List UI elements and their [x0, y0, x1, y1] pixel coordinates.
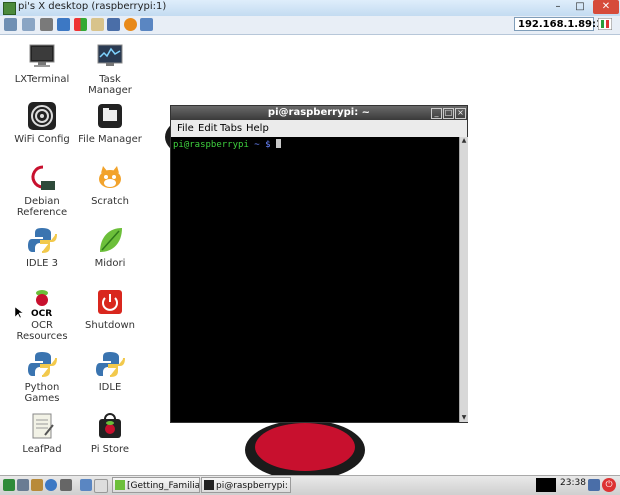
refresh-icon[interactable]: [57, 18, 70, 31]
desktop-icon-idle[interactable]: IDLE: [76, 349, 144, 393]
power-icon: [95, 287, 125, 317]
scroll-down-icon[interactable]: ▼: [460, 414, 468, 422]
menu-file[interactable]: File: [177, 123, 194, 134]
options-icon[interactable]: [4, 18, 17, 31]
terminal-output[interactable]: pi@raspberrypi ~ $: [171, 137, 459, 422]
task-label: [Getting_Familiar...: [127, 481, 200, 491]
windows-key-icon[interactable]: [74, 18, 87, 31]
desktop-icon-label: Scratch: [91, 196, 129, 207]
menu-help[interactable]: Help: [246, 123, 269, 134]
transfer-icon[interactable]: [107, 18, 120, 31]
desktop-icon-debian-reference[interactable]: Debian Reference: [8, 163, 76, 218]
file-manager-icon: [95, 101, 125, 131]
desktop-icon-label: WiFi Config: [14, 134, 70, 145]
debian-icon: [27, 163, 57, 193]
task-label: pi@raspberrypi: ~: [216, 481, 291, 491]
desktop-icon-shutdown[interactable]: Shutdown: [76, 287, 144, 331]
fullscreen-icon[interactable]: [140, 18, 153, 31]
midori-leaf-icon: [95, 225, 125, 255]
desktop-icon-label: Midori: [94, 258, 126, 269]
workspace-2-icon[interactable]: [94, 479, 108, 493]
terminal-maximize-button[interactable]: □: [443, 108, 454, 119]
prompt-user: pi@raspberrypi: [173, 140, 249, 150]
mouse-pointer-icon: [14, 306, 24, 322]
terminal-prompt: pi@raspberrypi ~ $: [173, 139, 281, 150]
terminal-scrollbar[interactable]: ▲ ▼: [459, 137, 468, 422]
desktop-icon-file-manager[interactable]: File Manager: [76, 101, 144, 145]
taskbar-item-getting-familiar[interactable]: [Getting_Familiar...: [112, 477, 200, 493]
desktop-icon-label: OCR Resources: [16, 320, 68, 342]
desktop-icon-scratch[interactable]: Scratch: [76, 163, 144, 207]
taskbar-item-terminal[interactable]: pi@raspberrypi: ~: [201, 477, 291, 493]
file-manager-launcher-icon[interactable]: [31, 479, 43, 491]
scratch-cat-icon: [95, 163, 125, 193]
desktop-icon-label: LXTerminal: [14, 74, 70, 85]
lxde-taskbar: [Getting_Familiar... pi@raspberrypi: ~ 2…: [0, 475, 620, 495]
terminal-minimize-button[interactable]: _: [431, 108, 442, 119]
show-desktop-icon[interactable]: [17, 479, 29, 491]
screen-lock-icon[interactable]: [588, 479, 600, 491]
python-icon: [27, 349, 57, 379]
capture-icon[interactable]: [124, 18, 137, 31]
terminal-icon: [27, 41, 57, 71]
vnc-status-icon: [597, 17, 613, 31]
desktop-icon-label: Shutdown: [85, 320, 135, 331]
minimize-button[interactable]: –: [548, 0, 568, 14]
cpu-monitor: [536, 478, 556, 492]
terminal-task-icon: [204, 480, 214, 490]
menu-tabs[interactable]: Tabs: [220, 123, 242, 134]
desktop-icon-leafpad[interactable]: LeafPad: [8, 411, 76, 455]
desktop-icon-label: IDLE 3: [25, 258, 59, 269]
terminal-window[interactable]: pi@raspberrypi: ~ _ □ × File Edit Tabs H…: [170, 105, 468, 423]
python-icon: [95, 349, 125, 379]
ctrl-alt-del-icon[interactable]: [91, 18, 104, 31]
menu-start-icon[interactable]: [3, 479, 15, 491]
terminal-close-button[interactable]: ×: [455, 108, 466, 119]
terminal-menubar: File Edit Tabs Help: [171, 120, 467, 138]
task-manager-icon: [95, 41, 125, 71]
desktop-icon-label: File Manager: [78, 134, 142, 145]
vnc-title-bar: pi's X desktop (raspberrypi:1) – □ ✕: [0, 0, 620, 17]
scroll-up-icon[interactable]: ▲: [460, 137, 468, 145]
terminal-cursor: [275, 139, 281, 148]
desktop-icon-midori[interactable]: Midori: [76, 225, 144, 269]
desktop-icon-lxterminal[interactable]: LXTerminal: [8, 41, 76, 85]
browser-launcher-icon[interactable]: [45, 479, 57, 491]
notepad-icon: [27, 411, 57, 441]
desktop-icon-wifi-config[interactable]: WiFi Config: [8, 101, 76, 145]
terminal-launcher-icon[interactable]: [60, 479, 72, 491]
logout-power-icon[interactable]: ⏻: [602, 478, 616, 492]
desktop-icon-label: IDLE: [98, 382, 122, 393]
wifi-icon: [27, 101, 57, 131]
desktop-icon-label: Debian Reference: [16, 196, 68, 218]
clock[interactable]: 23:38: [560, 478, 586, 488]
desktop-icon-label: Pi Store: [90, 444, 130, 455]
maximize-button[interactable]: □: [570, 0, 590, 14]
close-button[interactable]: ✕: [593, 0, 619, 14]
connection-info-icon[interactable]: [22, 18, 35, 31]
terminal-title: pi@raspberrypi: ~: [267, 107, 371, 118]
python-icon: [27, 225, 57, 255]
tools-icon[interactable]: [40, 18, 53, 31]
vnc-app-icon: [3, 2, 16, 15]
desktop-icon-label: Task Manager: [88, 74, 132, 96]
svg-text:OCR: OCR: [31, 309, 52, 317]
raspberry-ocr-icon: OCR: [27, 287, 57, 319]
desktop-icon-idle3[interactable]: IDLE 3: [8, 225, 76, 269]
terminal-title-bar[interactable]: pi@raspberrypi: ~ _ □ ×: [171, 106, 467, 120]
desktop-icon-task-manager[interactable]: Task Manager: [76, 41, 144, 96]
desktop-icon-label: LeafPad: [22, 444, 62, 455]
desktop-icon-pi-store[interactable]: Pi Store: [76, 411, 144, 455]
vnc-window-title: pi's X desktop (raspberrypi:1): [18, 1, 167, 12]
vnc-host-field[interactable]: 192.168.1.89:1: [514, 17, 603, 31]
pi-store-icon: [95, 411, 125, 441]
desktop-icon-python-games[interactable]: Python Games: [8, 349, 76, 404]
workspace-1-icon[interactable]: [80, 479, 92, 491]
prompt-path: ~ $: [248, 140, 276, 150]
leafpad-task-icon: [115, 480, 125, 490]
desktop-icon-label: Python Games: [24, 382, 60, 404]
menu-edit[interactable]: Edit: [198, 123, 217, 134]
